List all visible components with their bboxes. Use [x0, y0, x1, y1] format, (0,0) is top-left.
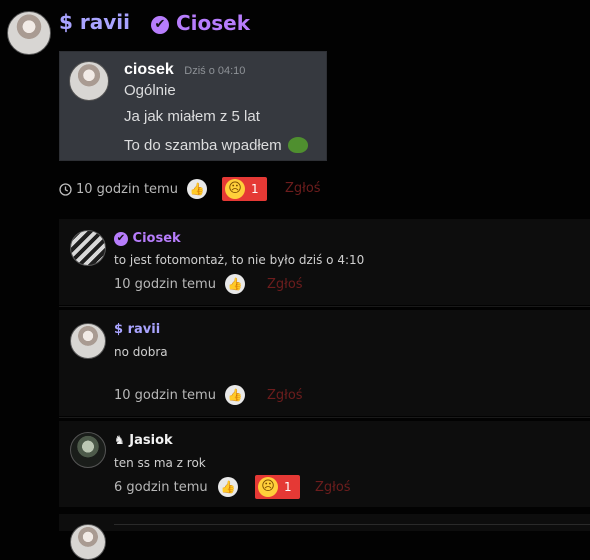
thumbs-up-icon[interactable]: 👍 [225, 274, 245, 294]
embed-author: ciosek Dziś o 04:10 [124, 61, 245, 79]
comment-author[interactable]: $ ravii [114, 322, 160, 337]
post-target-label: Ciosek [175, 11, 251, 35]
post-target-name[interactable]: ✔ Ciosek [151, 11, 250, 35]
comment-author-label: Ciosek [132, 231, 181, 246]
post-reaction-button[interactable]: ☹ 1 [222, 177, 267, 201]
post-embedded-screenshot[interactable]: ciosek Dziś o 04:10 Ogólnie Ja jak miałe… [59, 51, 327, 161]
comment-text: ten ss ma z rok [114, 456, 206, 470]
post-meta: 10 godzin temu [59, 182, 178, 197]
embed-author-label: ciosek [124, 61, 174, 78]
post-time-ago: 10 godzin temu [76, 182, 178, 197]
comment-author-label: ravii [127, 322, 161, 337]
divider [59, 306, 590, 307]
verified-badge-icon: ✔ [151, 15, 169, 34]
post-author-avatar[interactable] [7, 11, 51, 55]
comment-report-link[interactable]: Zgłoś [267, 277, 303, 292]
comment-input-edge [114, 524, 590, 535]
confused-face-icon: ☹ [225, 179, 245, 199]
confused-face-icon: ☹ [258, 477, 278, 497]
clock-icon [59, 183, 72, 196]
frog-emoji-icon [287, 137, 308, 153]
comment-time-ago: 6 godzin temu [114, 480, 208, 495]
verified-badge-icon: ✔ [114, 231, 128, 246]
comment-item: $ ravii no dobra 10 godzin temu 👍 Zgłoś [59, 310, 590, 416]
post-report-link[interactable]: Zgłoś [285, 181, 321, 196]
comment-item-partial [59, 514, 590, 560]
embed-line-2: Ja jak miałem z 5 lat [124, 108, 260, 125]
thumbs-up-icon[interactable]: 👍 [187, 179, 207, 199]
post-author-name[interactable]: $ ravii [59, 10, 130, 34]
comment-avatar[interactable] [70, 323, 106, 359]
thumbs-up-icon[interactable]: 👍 [225, 385, 245, 405]
embed-line-3: To do szamba wpadłem [124, 134, 308, 154]
comment-report-link[interactable]: Zgłoś [267, 388, 303, 403]
comment-author-label: Jasiok [129, 433, 173, 448]
comment-author[interactable]: ✔ Ciosek [114, 231, 181, 246]
comment-text: to jest fotomontaż, to nie było dziś o 4… [114, 253, 365, 267]
comment-time-ago: 10 godzin temu [114, 277, 216, 292]
comment-avatar[interactable] [70, 432, 106, 468]
embed-line-1: Ogólnie [124, 82, 176, 99]
comment-author[interactable]: ♞ Jasiok [114, 433, 173, 448]
embed-line-3-text: To do szamba wpadłem [124, 137, 282, 154]
comment-report-link[interactable]: Zgłoś [315, 480, 351, 495]
comment-avatar[interactable] [70, 524, 106, 560]
comment-reaction-count: 1 [284, 480, 292, 494]
post-reaction-count: 1 [251, 182, 259, 196]
embed-time: Dziś o 04:10 [184, 65, 246, 77]
divider [59, 417, 590, 418]
comment-item: ✔ Ciosek to jest fotomontaż, to nie było… [59, 219, 590, 305]
comment-time-ago: 10 godzin temu [114, 388, 216, 403]
knight-icon: ♞ [114, 433, 125, 447]
comment-reaction-button[interactable]: ☹ 1 [255, 475, 300, 499]
embed-avatar [69, 61, 109, 101]
thumbs-up-icon[interactable]: 👍 [218, 477, 238, 497]
money-prefix: $ [114, 322, 124, 337]
comment-text: no dobra [114, 345, 168, 359]
money-prefix: $ [59, 10, 73, 34]
post-author-label: ravii [79, 10, 130, 34]
comment-item: ♞ Jasiok ten ss ma z rok 6 godzin temu 👍… [59, 421, 590, 507]
comment-avatar[interactable] [70, 230, 106, 266]
